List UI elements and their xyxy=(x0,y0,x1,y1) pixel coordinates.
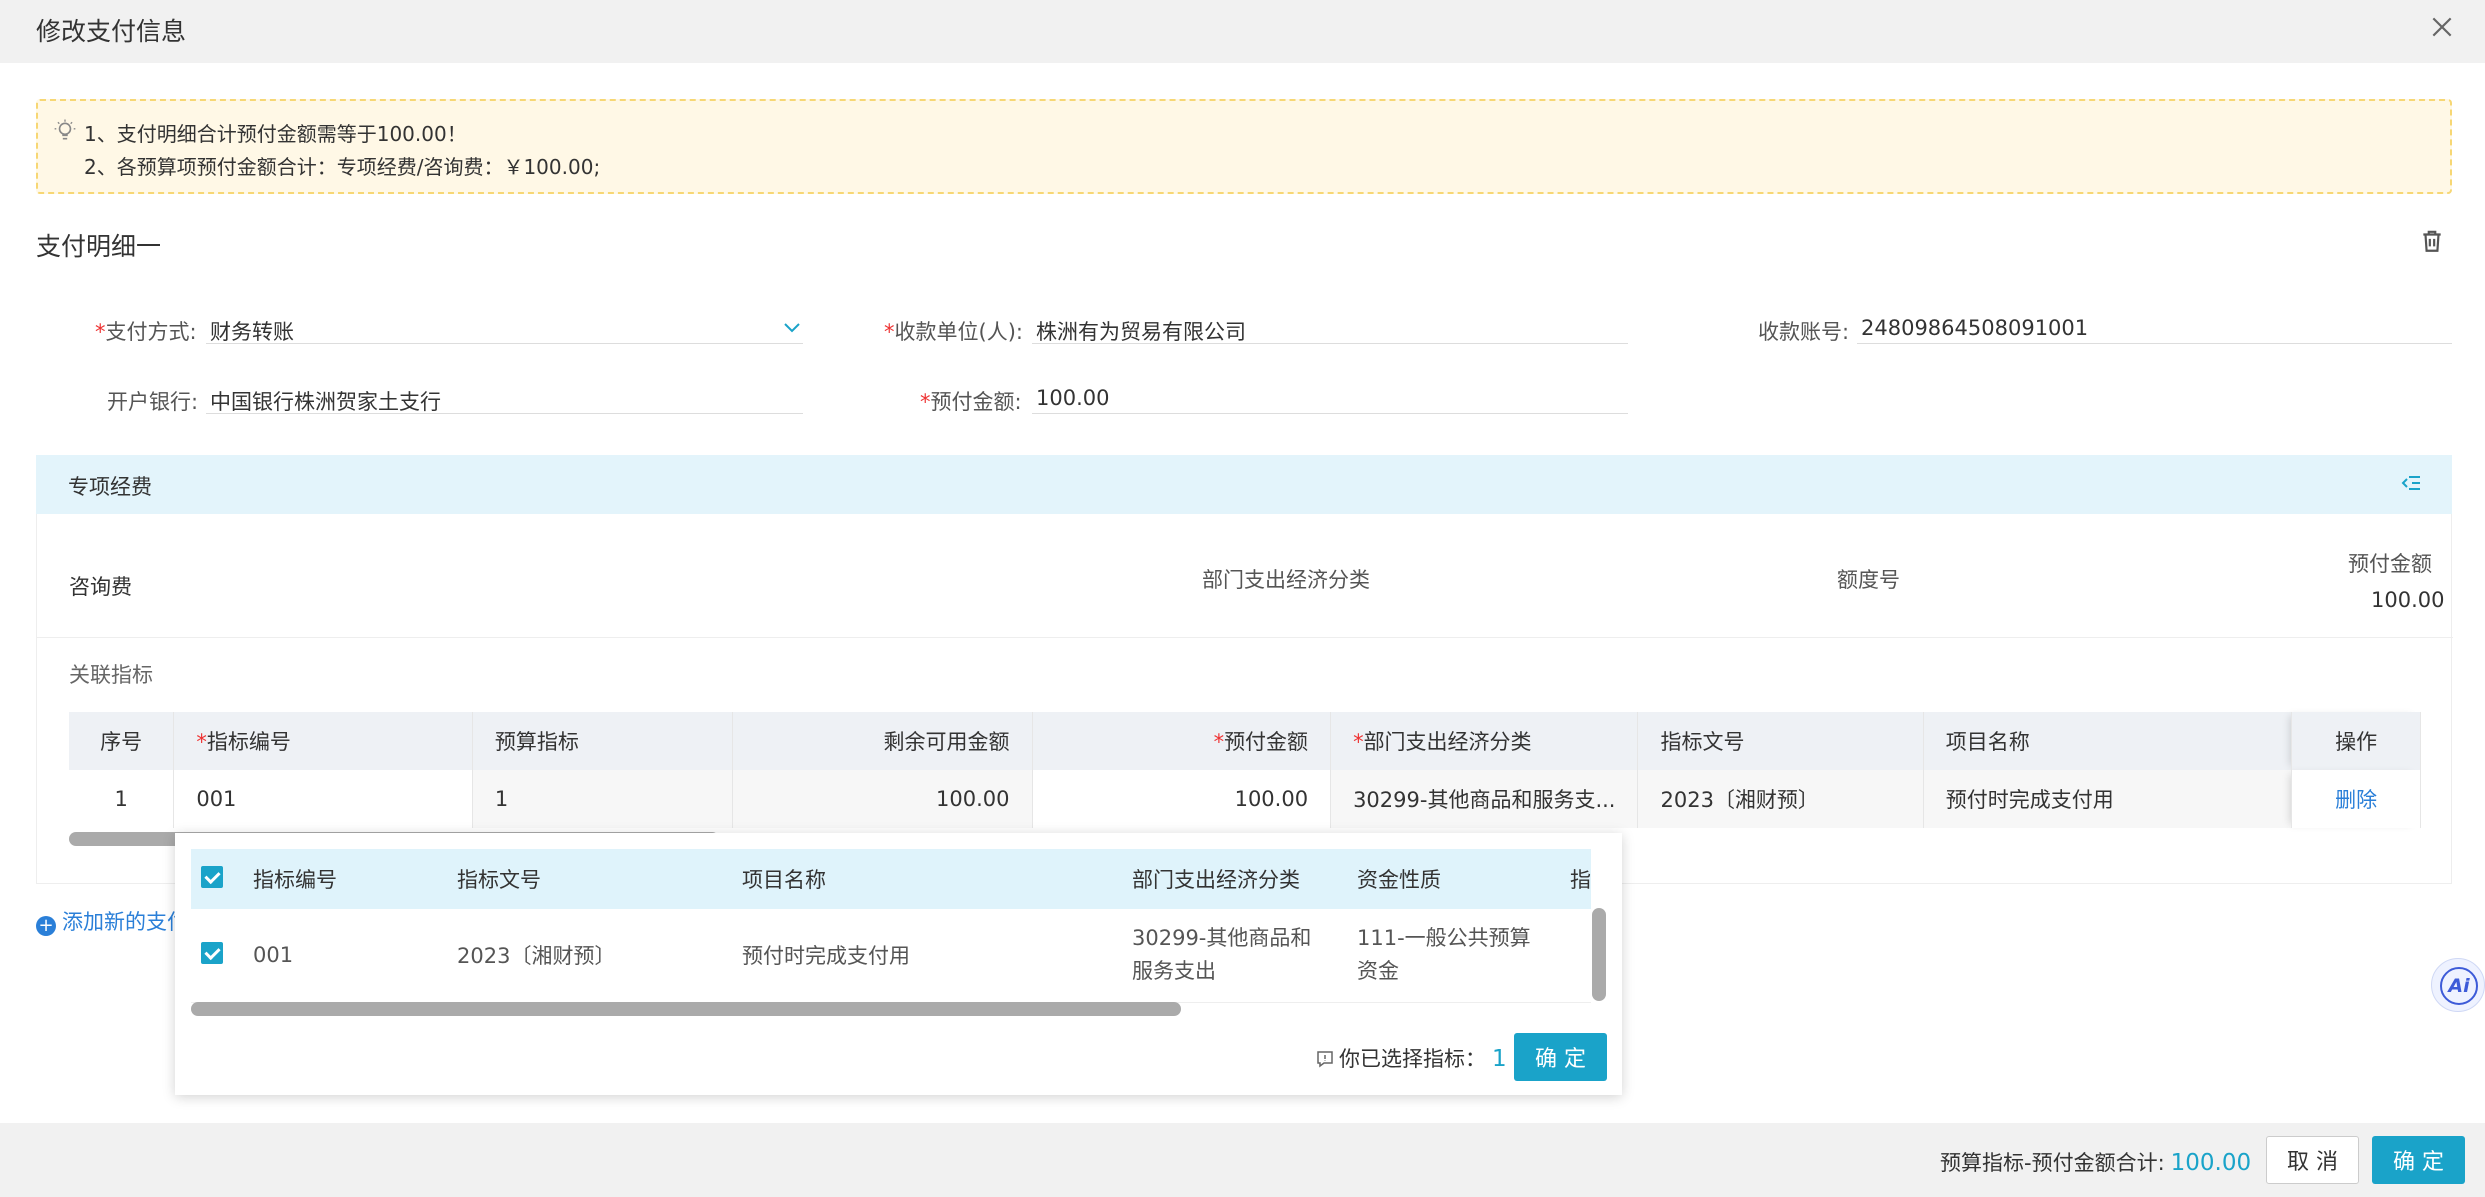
picker-col-fund: 资金性质 xyxy=(1345,849,1570,909)
picker-col-doc: 指标文号 xyxy=(445,849,730,909)
cancel-button[interactable]: 取 消 xyxy=(2266,1136,2359,1184)
dialog-footer: 预算指标-预付金额合计: 100.00 取 消 确 定 xyxy=(0,1123,2485,1197)
picker-col-econ: 部门支出经济分类 xyxy=(1120,849,1345,909)
table-row: 1 001 1 100.00 100.00 30299-其他商品和服务支... … xyxy=(69,770,2421,828)
picker-col-project: 项目名称 xyxy=(730,849,1120,909)
econ-header: 部门支出经济分类 xyxy=(1202,568,1370,592)
payee-label: *收款单位(人): xyxy=(884,320,1023,344)
col-seq: 序号 xyxy=(69,712,175,770)
section-title: 支付明细一 xyxy=(36,232,162,261)
fund-title: 专项经费 xyxy=(68,475,152,499)
col-remain: 剩余可用金额 xyxy=(732,712,1033,770)
linked-indicator-label: 关联指标 xyxy=(69,663,153,687)
pay-method-label: *支付方式: xyxy=(95,320,197,344)
plus-icon: + xyxy=(36,916,56,936)
notice-box: 1、支付明细合计预付金额需等于100.00！ 2、各预算项预付金额合计：专项经费… xyxy=(36,99,2452,194)
picker-cell-code: 001 xyxy=(235,909,445,1003)
picker-cell-econ: 30299-其他商品和 服务支出 xyxy=(1120,909,1345,1003)
table-header-row: 序号 *指标编号 预算指标 剩余可用金额 *预付金额 *部门支出经济分类 指标文… xyxy=(69,712,2421,770)
picker-table: 指标编号 指标文号 项目名称 部门支出经济分类 资金性质 指 001 2023〔… xyxy=(191,849,1591,1003)
account-underline xyxy=(1857,343,2452,344)
cell-budget: 1 xyxy=(472,770,733,828)
sum-total: 预算指标-预付金额合计: 100.00 xyxy=(1940,1150,2252,1176)
dialog-title: 修改支付信息 xyxy=(36,17,187,46)
picker-header-row: 指标编号 指标文号 项目名称 部门支出经济分类 资金性质 指 xyxy=(191,849,1591,909)
bank-underline xyxy=(206,413,803,414)
cell-seq: 1 xyxy=(69,770,175,828)
ai-assistant-button[interactable]: Ai xyxy=(2431,958,2485,1012)
picker-hscroll[interactable] xyxy=(191,1002,1181,1016)
checkbox-checked-icon xyxy=(201,941,223,964)
cell-project: 预付时完成支付用 xyxy=(1923,770,2293,828)
chevron-down-icon[interactable] xyxy=(783,320,801,336)
pay-method-underline xyxy=(206,343,803,344)
selected-count: 你已选择指标： 1 xyxy=(1315,1043,1507,1073)
fund-panel: 咨询费 部门支出经济分类 额度号 预付金额 100.00 关联指标 xyxy=(36,514,2453,884)
select-all-checkbox[interactable] xyxy=(191,849,235,909)
close-icon[interactable] xyxy=(2429,14,2455,40)
notice-line-2: 2、各预算项预付金额合计：专项经费/咨询费：￥100.00; xyxy=(84,155,601,179)
trash-icon[interactable] xyxy=(2419,228,2445,254)
picker-row[interactable]: 001 2023〔湘财预〕 预付时完成支付用 30299-其他商品和 服务支出 1… xyxy=(191,909,1591,1003)
amount-label: *预付金额: xyxy=(920,390,1022,414)
cell-econ: 30299-其他商品和服务支... xyxy=(1330,770,1639,828)
dialog-header: 修改支付信息 xyxy=(0,0,2485,63)
collapse-menu-icon[interactable] xyxy=(2400,473,2422,493)
pay-method-select[interactable]: 财务转账 xyxy=(210,316,294,346)
account-input[interactable]: 24809864508091001 xyxy=(1861,316,2088,340)
col-op: 操作 xyxy=(2291,712,2421,770)
cell-prepay[interactable]: 100.00 xyxy=(1032,770,1332,828)
picker-vscroll[interactable] xyxy=(1592,908,1606,1001)
picker-confirm-button[interactable]: 确 定 xyxy=(1514,1033,1607,1081)
picker-cell-fund: 111-一般公共预算 资金 xyxy=(1345,909,1570,1003)
col-budget: 预算指标 xyxy=(472,712,733,770)
row-checkbox[interactable] xyxy=(191,909,235,1003)
amount-underline xyxy=(1032,413,1628,414)
picker-cell-doc: 2023〔湘财预〕 xyxy=(445,909,730,1003)
prepay-header: 预付金额 xyxy=(2348,552,2432,576)
confirm-button[interactable]: 确 定 xyxy=(2372,1136,2465,1184)
indicator-table: 序号 *指标编号 预算指标 剩余可用金额 *预付金额 *部门支出经济分类 指标文… xyxy=(69,712,2421,828)
col-econ: *部门支出经济分类 xyxy=(1330,712,1639,770)
col-doc: 指标文号 xyxy=(1637,712,1924,770)
indicator-picker-popup: 指标编号 指标文号 项目名称 部门支出经济分类 资金性质 指 001 2023〔… xyxy=(175,833,1622,1095)
picker-col-code: 指标编号 xyxy=(235,849,445,909)
account-label: 收款账号: xyxy=(1758,320,1850,344)
amount-input[interactable]: 100.00 xyxy=(1036,386,1109,410)
ai-icon: Ai xyxy=(2440,967,2478,1005)
payment-edit-dialog: 修改支付信息 1、支付明细合计预付金额需等于100.00！ 2、各预算项预付金额… xyxy=(0,0,2485,1197)
prepay-value: 100.00 xyxy=(2371,588,2445,612)
col-prepay: *预付金额 xyxy=(1032,712,1332,770)
col-project: 项目名称 xyxy=(1923,712,2293,770)
picker-col-more: 指 xyxy=(1570,849,1591,909)
checkbox-checked-icon xyxy=(201,865,223,888)
picker-cell-more xyxy=(1570,909,1591,1003)
item-name: 咨询费 xyxy=(69,575,132,599)
bank-input[interactable]: 中国银行株洲贺家土支行 xyxy=(210,386,441,416)
comment-icon xyxy=(1317,1051,1333,1068)
lightbulb-icon xyxy=(54,119,76,140)
cell-remain: 100.00 xyxy=(732,770,1033,828)
bank-label: 开户银行: xyxy=(107,390,199,414)
col-code: *指标编号 xyxy=(173,712,473,770)
delete-link[interactable]: 删除 xyxy=(2291,770,2421,828)
divider xyxy=(37,637,2453,638)
notice-line-1: 1、支付明细合计预付金额需等于100.00！ xyxy=(84,122,467,146)
cell-code[interactable]: 001 xyxy=(173,770,473,828)
picker-cell-project: 预付时完成支付用 xyxy=(730,909,1120,1003)
payee-input[interactable]: 株洲有为贸易有限公司 xyxy=(1036,316,1246,346)
add-payment-link[interactable]: + 添加新的支付 xyxy=(36,906,188,936)
cell-doc: 2023〔湘财预〕 xyxy=(1637,770,1924,828)
payee-underline xyxy=(1032,343,1628,344)
fund-band: 专项经费 xyxy=(36,455,2452,514)
quota-header: 额度号 xyxy=(1837,568,1900,592)
